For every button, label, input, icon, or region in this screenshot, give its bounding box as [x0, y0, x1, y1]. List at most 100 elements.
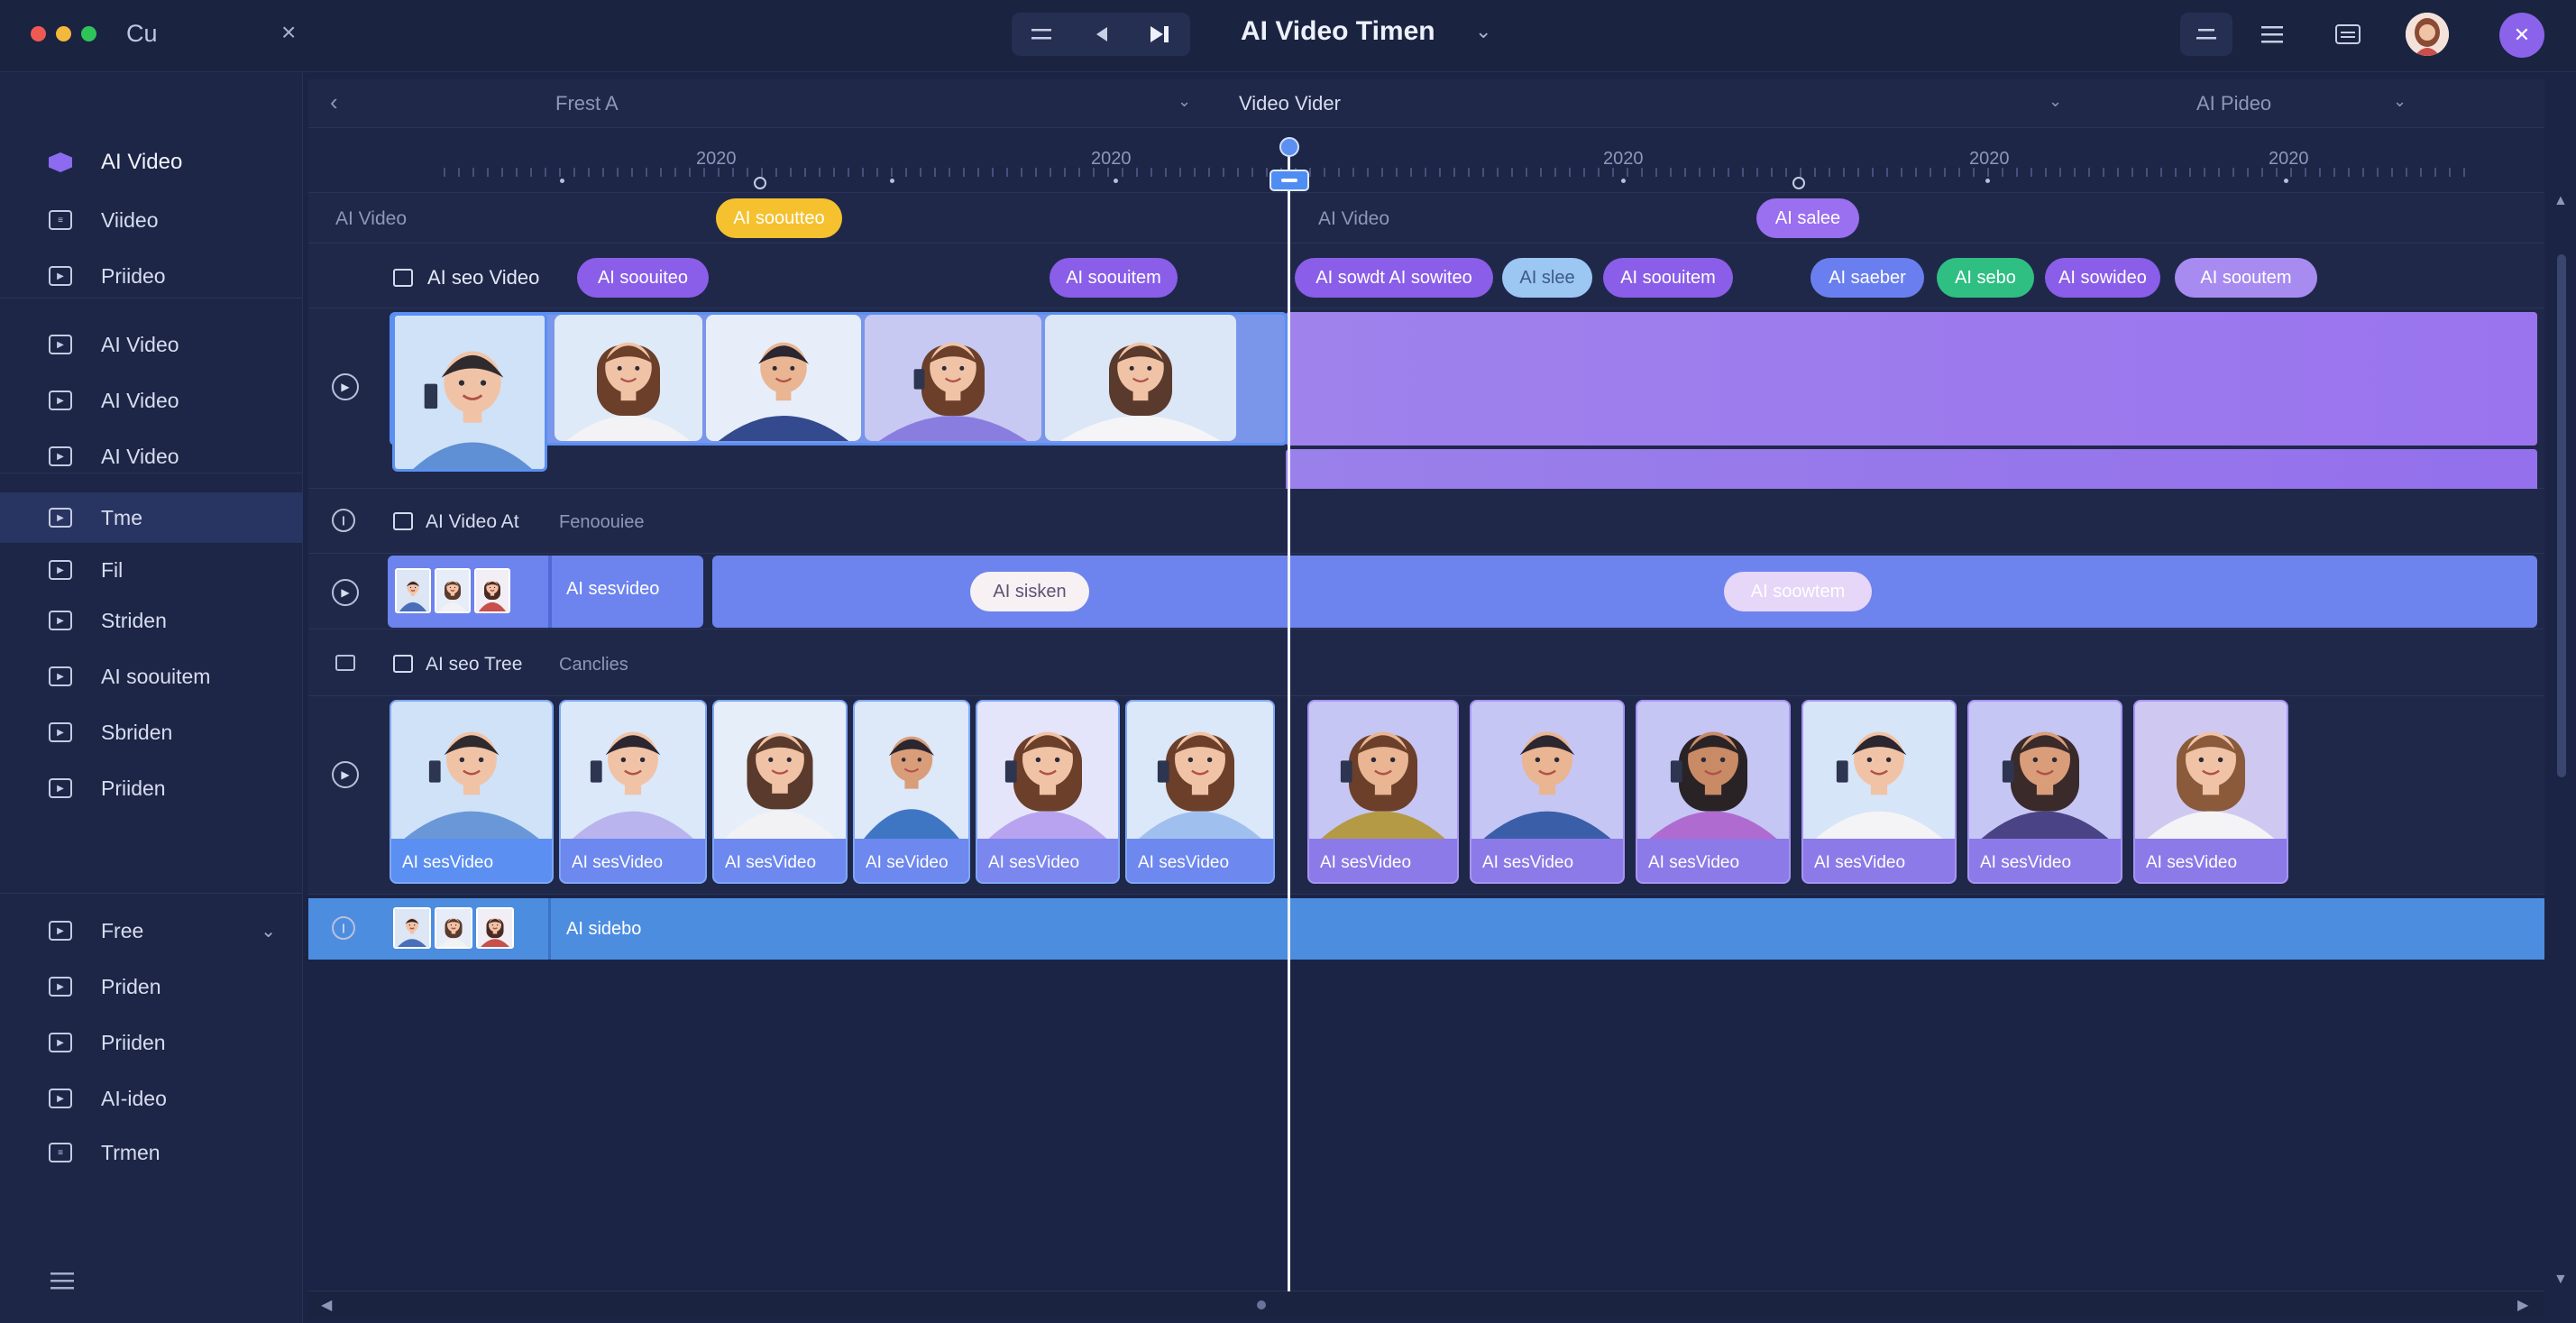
sidebar-item[interactable]: ▶ AI Video — [0, 375, 303, 426]
window-close-button[interactable] — [31, 26, 46, 41]
avatar-tile[interactable]: AI sesVideo — [390, 700, 554, 884]
ruler-tick — [559, 168, 561, 177]
marker-pill[interactable]: AI salee — [1756, 198, 1859, 238]
timeline-ruler[interactable]: 2020 2020 2020 2020 2020 — [308, 128, 2544, 193]
clip-extension[interactable] — [1286, 312, 2537, 446]
scroll-up-arrow-icon[interactable]: ▲ — [2553, 193, 2568, 209]
sidebar-item[interactable]: ▶ AI Video — [0, 319, 303, 370]
video-clip[interactable] — [390, 312, 1288, 472]
ruler-tick — [2189, 168, 2191, 177]
playhead-flag[interactable] — [1270, 170, 1309, 191]
filmstrip-frame[interactable] — [865, 315, 1041, 441]
sidebar-item[interactable]: ▶ Striden — [0, 595, 303, 646]
scroll-down-arrow-icon[interactable]: ▼ — [2553, 1272, 2568, 1288]
avatar-tile[interactable]: AI sesVideo — [1967, 700, 2122, 884]
ruler-marker[interactable] — [754, 177, 766, 189]
sort-icon[interactable] — [2180, 13, 2232, 56]
sidebar-item[interactable]: ▶ Priden — [0, 961, 303, 1012]
header-left-label[interactable]: Frest A — [555, 92, 619, 115]
play-icon[interactable]: ❙ — [332, 509, 355, 532]
ruler-tick — [1583, 168, 1585, 177]
ruler-marker[interactable] — [1792, 177, 1805, 189]
scrollbar-thumb[interactable] — [2557, 254, 2566, 777]
chevron-down-icon[interactable]: ⌄ — [261, 920, 276, 942]
sidebar-item[interactable]: ▶ Tme — [0, 492, 303, 543]
skip-forward-icon[interactable] — [1131, 13, 1190, 56]
chevron-down-icon[interactable]: ⌄ — [2049, 92, 2062, 111]
filmstrip-frame[interactable] — [1045, 315, 1236, 441]
avatar-tile[interactable]: AI sesVideo — [1636, 700, 1791, 884]
avatar-tile[interactable]: AI sesVideo — [1801, 700, 1957, 884]
document-title[interactable]: AI Video Timen — [1241, 16, 1435, 47]
playhead-handle[interactable] — [1279, 137, 1299, 157]
avatar[interactable] — [2406, 13, 2449, 56]
ruler-tick — [2276, 168, 2278, 177]
sidebar-item-label: Trmen — [101, 1140, 160, 1164]
avatar-tile[interactable]: AI sesVideo — [559, 700, 707, 884]
clip-pill[interactable]: AI soowtem — [1724, 572, 1872, 611]
track-pill[interactable]: AI sowdt AI sowiteo — [1295, 258, 1493, 298]
play-icon[interactable]: ▶ — [332, 761, 359, 788]
play-icon[interactable]: ▶ — [332, 373, 359, 400]
scroll-right-arrow-icon[interactable]: ▶ — [2517, 1296, 2528, 1314]
sidebar-item[interactable]: ▶ AI-ideo — [0, 1073, 303, 1124]
play-icon[interactable]: ❙ — [332, 916, 355, 940]
subtitles-icon[interactable] — [2326, 13, 2370, 56]
sidebar-item[interactable]: ▶ AI soouitem — [0, 651, 303, 702]
filmstrip-frame[interactable] — [706, 315, 861, 441]
marker-pill[interactable]: AI sooutteo — [716, 198, 842, 238]
horizontal-scrollbar[interactable]: ◀ ▶ — [308, 1291, 2544, 1318]
sidebar-divider — [0, 893, 303, 894]
sidebar-item[interactable]: ▶ Priiden — [0, 1017, 303, 1068]
header-right-label[interactable]: AI Pideo — [2196, 92, 2271, 115]
avatar-tile[interactable]: AI sesVideo — [1125, 700, 1275, 884]
chevron-down-icon[interactable]: ⌄ — [2393, 92, 2406, 111]
sidebar-item[interactable]: ▶ Fil — [0, 545, 303, 595]
avatar-tile[interactable]: AI sesVideo — [2133, 700, 2288, 884]
track-pill[interactable]: AI sooutem — [2175, 258, 2317, 298]
featured-frame[interactable] — [392, 313, 547, 472]
sidebar-item[interactable]: ▶ Sbriden — [0, 707, 303, 758]
avatar-tile[interactable]: AI sesVideo — [1470, 700, 1625, 884]
track-pill[interactable]: AI sowideo — [2045, 258, 2160, 298]
back-chevron-icon[interactable]: ‹ — [330, 88, 338, 116]
sidebar-item[interactable]: ▶ Priideo — [0, 251, 303, 301]
close-tab-button[interactable]: × — [281, 18, 296, 47]
track-pill[interactable]: AI sebo — [1937, 258, 2034, 298]
window-zoom-button[interactable] — [81, 26, 96, 41]
track-pill[interactable]: AI soouiteo — [577, 258, 709, 298]
hamburger-menu-icon[interactable] — [50, 1268, 74, 1297]
sidebar-item[interactable]: ▶ AI Video — [0, 431, 303, 482]
close-panel-button[interactable]: ✕ — [2499, 13, 2544, 58]
avatar-tile[interactable]: AI sesVideo — [712, 700, 848, 884]
sidebar-item[interactable]: ▶ Free ⌄ — [0, 905, 303, 956]
track-sidebo[interactable]: ❙ AI sidebo — [308, 898, 2544, 960]
chevron-down-icon[interactable]: ⌄ — [1475, 20, 1491, 43]
chevron-down-icon[interactable]: ⌄ — [1178, 92, 1191, 111]
rewind-icon[interactable] — [1071, 13, 1131, 56]
scrollbar-thumb[interactable] — [1257, 1300, 1266, 1309]
window-minimize-button[interactable] — [56, 26, 71, 41]
sidebar-item[interactable]: ≡ Trmen — [0, 1127, 303, 1178]
avatar-tile[interactable]: AI sesVideo — [976, 700, 1120, 884]
track-pill[interactable]: AI soouitem — [1050, 258, 1178, 298]
track-toggle-icon[interactable] — [335, 655, 355, 671]
sidebar-item[interactable]: ▶ Priiden — [0, 763, 303, 813]
play-icon[interactable]: ▶ — [332, 579, 359, 606]
header-center-label[interactable]: Video Vider — [1239, 92, 1341, 115]
ruler-dot — [1114, 179, 1118, 183]
scroll-left-arrow-icon[interactable]: ◀ — [321, 1296, 332, 1314]
track-pill[interactable]: AI slee — [1502, 258, 1592, 298]
sidebar-item[interactable]: ≡ Viideo — [0, 195, 303, 245]
avatar-tile[interactable]: AI sesVideo — [1307, 700, 1459, 884]
list-icon[interactable] — [2251, 13, 2294, 56]
sidebar-item[interactable]: AI Video — [0, 137, 303, 188]
filmstrip-frame[interactable] — [555, 315, 702, 441]
menu-icon[interactable] — [1012, 13, 1071, 56]
clip-pill[interactable]: AI sisken — [970, 572, 1089, 611]
avatar-tile[interactable]: AI seVideo — [853, 700, 970, 884]
track-pill[interactable]: AI saeber — [1811, 258, 1924, 298]
track-pill[interactable]: AI soouitem — [1603, 258, 1733, 298]
playhead[interactable] — [1288, 144, 1290, 1291]
tile-caption: AI sesVideo — [572, 853, 664, 872]
